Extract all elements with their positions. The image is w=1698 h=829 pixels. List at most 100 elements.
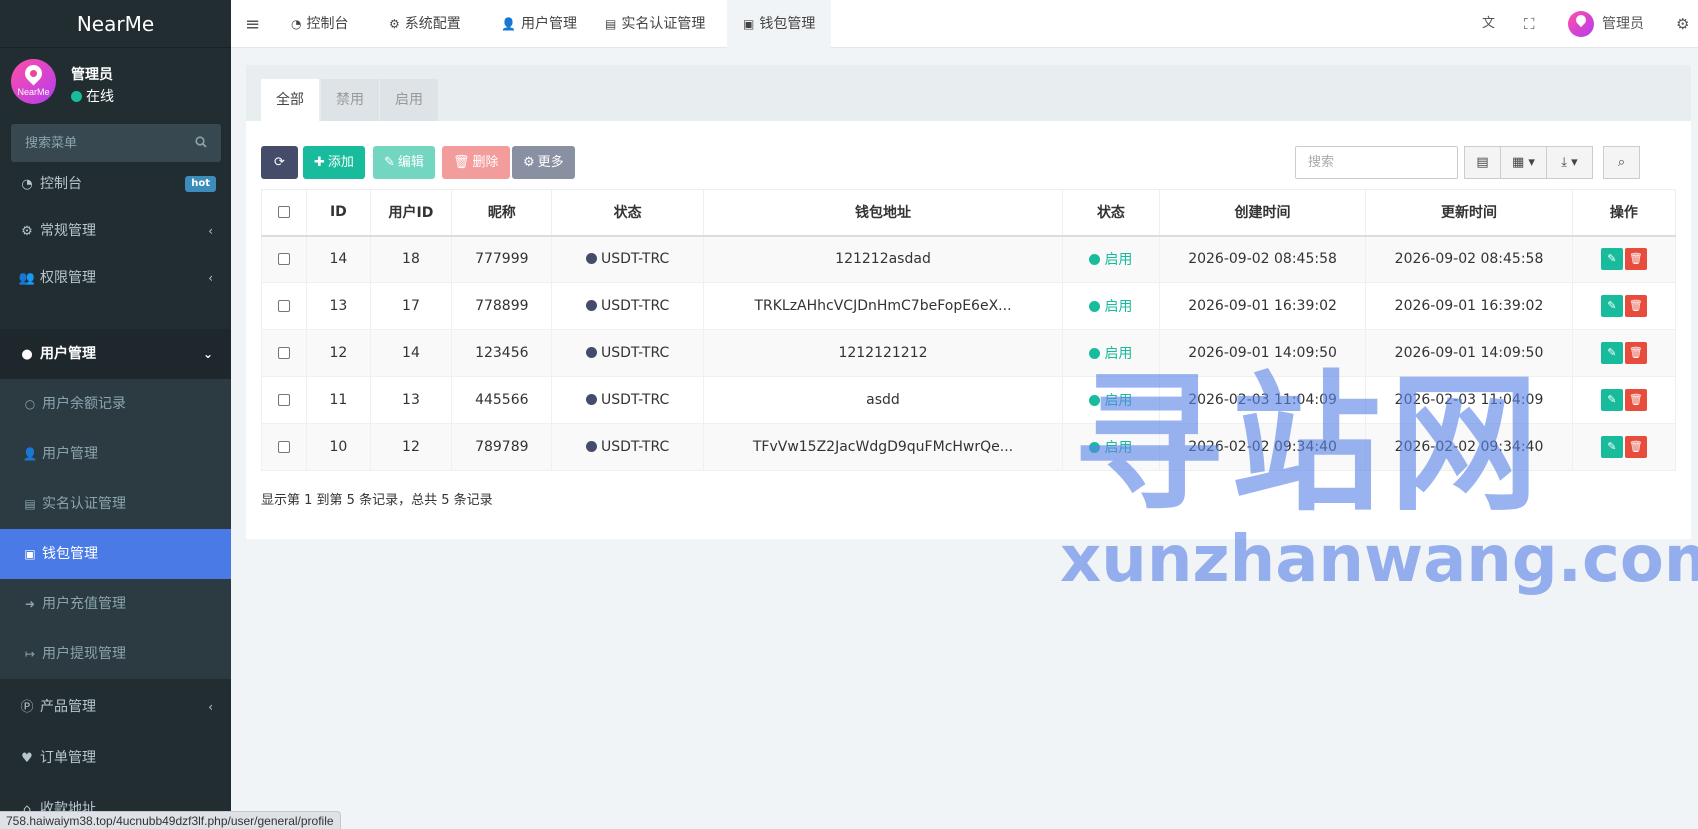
user-icon: 👤 bbox=[22, 447, 38, 461]
heartbeat-icon: ♥ bbox=[21, 751, 33, 766]
cell-user-id: 14 bbox=[369, 329, 453, 377]
table-body: 14 18 777999 USDT-TRC 121212asdad 启用 2026-09-0… bbox=[260, 235, 1677, 471]
row-delete-icon[interactable]: 🗑 bbox=[1624, 389, 1647, 411]
cell-status[interactable]: 启用 bbox=[1062, 235, 1160, 283]
row-checkbox[interactable] bbox=[278, 253, 291, 266]
cell-type: USDT-TRC bbox=[551, 423, 704, 471]
avatar[interactable]: NearMe bbox=[11, 59, 56, 104]
col-updated[interactable]: 更新时间 bbox=[1365, 189, 1573, 237]
row-delete-icon[interactable]: 🗑 bbox=[1624, 342, 1647, 364]
row-edit-icon[interactable]: ✎ bbox=[1600, 248, 1623, 271]
sidebar-subitem-wallet[interactable]: ▣ 钱包管理 bbox=[0, 529, 231, 579]
cell-wallet-address: 1212121212 bbox=[702, 329, 1064, 377]
sidebar-item-general[interactable]: ⚙ 常规管理 ‹ bbox=[0, 206, 231, 256]
cell-actions: ✎ 🗑 bbox=[1571, 423, 1677, 471]
table-row[interactable]: 14 18 777999 USDT-TRC 121212asdad 启用 2026-09-0… bbox=[260, 235, 1677, 283]
edit-button[interactable]: ✎ 编辑 bbox=[373, 146, 435, 179]
avatar-brand: NearMe bbox=[17, 87, 50, 97]
sidebar-item-auth[interactable]: 👥 权限管理 ‹ bbox=[0, 253, 231, 303]
translate-icon[interactable]: 文 bbox=[1482, 0, 1495, 48]
panel-heading: 全部 禁用 启用 bbox=[246, 65, 1691, 121]
col-status[interactable]: 状态 bbox=[1062, 189, 1160, 237]
row-edit-icon[interactable]: ✎ bbox=[1600, 436, 1623, 458]
money-icon: ▣ bbox=[24, 547, 36, 561]
table-search-input[interactable]: 搜索 bbox=[1295, 146, 1458, 179]
table-row[interactable]: 13 17 778899 USDT-TRC TRKLzAHhcVCJDnHmC7beFo… bbox=[260, 282, 1677, 330]
button-label: 添加 bbox=[327, 155, 354, 170]
table-row[interactable]: 11 13 445566 USDT-TRC asdd 启用 2026-02-03 11:04… bbox=[260, 376, 1677, 424]
row-checkbox[interactable] bbox=[278, 441, 291, 453]
col-user-id[interactable]: 用户ID bbox=[369, 189, 453, 237]
sidebar-subitem-withdraw[interactable]: ↦ 用户提现管理 bbox=[0, 629, 231, 679]
tab-all[interactable]: 全部 bbox=[261, 79, 319, 121]
cell-user-id: 18 bbox=[369, 235, 453, 283]
admin-menu[interactable]: 管理员 bbox=[1568, 0, 1644, 48]
table-row[interactable]: 12 14 123456 USDT-TRC 1212121212 启用 2026-09-01… bbox=[260, 329, 1677, 377]
search-icon[interactable] bbox=[195, 136, 207, 148]
tab-dashboard[interactable]: ◔ 控制台 bbox=[275, 0, 364, 48]
cell-created: 2026-02-03 11:04:09 bbox=[1158, 376, 1367, 424]
row-edit-icon[interactable]: ✎ bbox=[1600, 389, 1623, 411]
sidebar-subitem-realname[interactable]: ▤ 实名认证管理 bbox=[0, 479, 231, 529]
sidebar-subitem-balance-log[interactable]: ○ 用户余额记录 bbox=[0, 379, 231, 429]
row-delete-icon[interactable]: 🗑 bbox=[1624, 436, 1647, 458]
cell-user-id: 13 bbox=[369, 376, 453, 424]
sidebar-item-user[interactable]: ● 用户管理 ⌄ bbox=[0, 329, 231, 379]
cell-status[interactable]: 启用 bbox=[1062, 282, 1160, 330]
select-all-checkbox[interactable] bbox=[278, 206, 291, 219]
tab-realname[interactable]: ▤ 实名认证管理 bbox=[589, 0, 721, 48]
cell-status[interactable]: 启用 bbox=[1062, 423, 1160, 471]
fullscreen-icon[interactable]: ⛶ bbox=[1524, 0, 1535, 48]
cell-nickname: 123456 bbox=[451, 329, 553, 377]
tab-wallet[interactable]: ▣ 钱包管理 bbox=[727, 0, 832, 48]
tab-enabled[interactable]: 启用 bbox=[380, 79, 438, 121]
row-edit-icon[interactable]: ✎ bbox=[1600, 295, 1623, 317]
more-button[interactable]: ⚙ 更多 bbox=[512, 146, 575, 179]
row-checkbox[interactable] bbox=[278, 394, 291, 406]
sidebar-item-order[interactable]: ♥ 订单管理 bbox=[0, 733, 231, 783]
app-logo[interactable]: NearMe bbox=[0, 0, 231, 48]
table-row[interactable]: 10 12 789789 USDT-TRC TFvVw15Z2JacWdgD9quFMc… bbox=[260, 423, 1677, 471]
sidebar-subitem-recharge[interactable]: ➜ 用户充值管理 bbox=[0, 579, 231, 629]
export-button[interactable]: ⤓ ▾ bbox=[1546, 146, 1593, 179]
pencil-icon: ✎ bbox=[384, 155, 395, 170]
menu-search-input[interactable] bbox=[11, 124, 181, 162]
cell-actions: ✎ 🗑 bbox=[1571, 329, 1677, 377]
settings-icon[interactable]: ⚙ bbox=[1676, 0, 1689, 48]
add-button[interactable]: ✚ 添加 bbox=[303, 146, 365, 179]
cell-created: 2026-02-02 09:34:40 bbox=[1158, 423, 1367, 471]
row-select-cell bbox=[260, 235, 308, 283]
button-label: 更多 bbox=[537, 155, 564, 170]
row-delete-icon[interactable]: 🗑 bbox=[1624, 295, 1647, 317]
trash-icon: 🗑 bbox=[453, 155, 470, 170]
row-edit-icon[interactable]: ✎ bbox=[1600, 342, 1623, 364]
columns-button[interactable]: ▦ ▾ bbox=[1500, 146, 1547, 179]
menu-search bbox=[11, 124, 221, 162]
col-created[interactable]: 创建时间 bbox=[1158, 189, 1367, 237]
delete-button[interactable]: 🗑 删除 bbox=[442, 146, 510, 179]
list-icon: ▤ bbox=[1476, 155, 1489, 170]
sidebar-item-dashboard[interactable]: ◔ 控制台 hot bbox=[0, 159, 231, 209]
row-checkbox[interactable] bbox=[278, 300, 291, 312]
toggle-view-button[interactable]: ▤ bbox=[1464, 146, 1501, 179]
export-icon: ⤓ ▾ bbox=[1561, 155, 1578, 170]
tab-user-manage[interactable]: 👤 用户管理 bbox=[485, 0, 593, 48]
row-delete-icon[interactable]: 🗑 bbox=[1624, 248, 1647, 271]
tab-disabled[interactable]: 禁用 bbox=[321, 79, 379, 121]
hamburger-icon[interactable]: ≡ bbox=[245, 14, 260, 35]
tab-system-config[interactable]: ⚙ 系统配置 bbox=[373, 0, 477, 48]
col-wallet-address[interactable]: 钱包地址 bbox=[702, 189, 1064, 237]
cell-status[interactable]: 启用 bbox=[1062, 376, 1160, 424]
status-dot-icon bbox=[1089, 395, 1101, 406]
gear-icon: ⚙ bbox=[523, 155, 535, 170]
sidebar-item-product[interactable]: Ⓟ 产品管理 ‹ bbox=[0, 682, 231, 732]
type-dot-icon bbox=[585, 300, 597, 311]
col-nickname[interactable]: 昵称 bbox=[451, 189, 553, 237]
advanced-search-button[interactable]: ⌕ bbox=[1603, 146, 1640, 179]
col-type[interactable]: 状态 bbox=[551, 189, 704, 237]
sidebar-subitem-user-manage[interactable]: 👤 用户管理 bbox=[0, 429, 231, 479]
row-checkbox[interactable] bbox=[278, 347, 291, 359]
refresh-button[interactable]: ⟳ bbox=[261, 146, 298, 179]
cell-status[interactable]: 启用 bbox=[1062, 329, 1160, 377]
col-id[interactable]: ID bbox=[306, 189, 371, 237]
